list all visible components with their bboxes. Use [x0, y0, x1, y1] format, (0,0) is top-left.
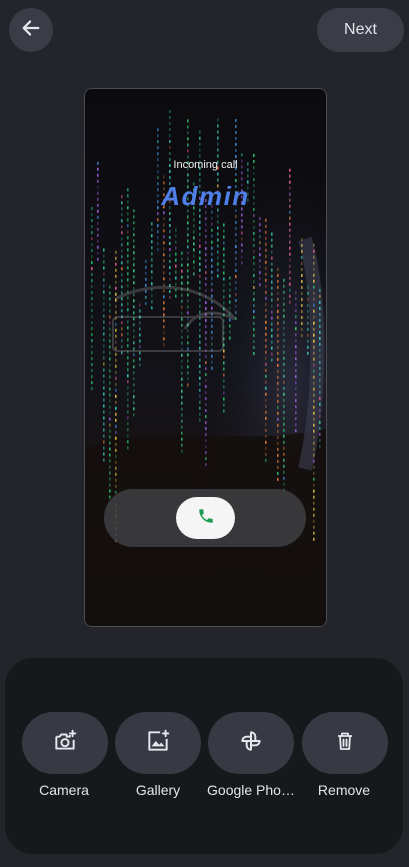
arrow-left-icon: [20, 17, 42, 44]
google-photos-label: Google Pho…: [207, 782, 295, 798]
wallpaper-picker-screen: Next Incoming call Admin Camera Gallery …: [0, 0, 409, 867]
call-screen-preview: Incoming call Admin: [84, 88, 327, 627]
remove-label: Remove: [317, 782, 371, 798]
next-button[interactable]: Next: [317, 8, 404, 52]
caller-name: Admin: [161, 181, 250, 211]
incoming-call-label: Incoming call: [173, 159, 238, 171]
image-add-icon: [145, 728, 171, 759]
phone-icon: [197, 507, 215, 530]
pinwheel-icon: [238, 728, 264, 759]
gallery-button[interactable]: [115, 712, 201, 774]
gallery-label: Gallery: [135, 782, 181, 798]
remove-button[interactable]: [302, 712, 388, 774]
camera-label: Camera: [39, 782, 89, 798]
trash-icon: [333, 729, 357, 758]
answer-call-button[interactable]: [176, 497, 235, 539]
back-button[interactable]: [9, 8, 53, 52]
camera-button[interactable]: [22, 712, 108, 774]
google-photos-button[interactable]: [208, 712, 294, 774]
camera-icon: [52, 728, 78, 759]
